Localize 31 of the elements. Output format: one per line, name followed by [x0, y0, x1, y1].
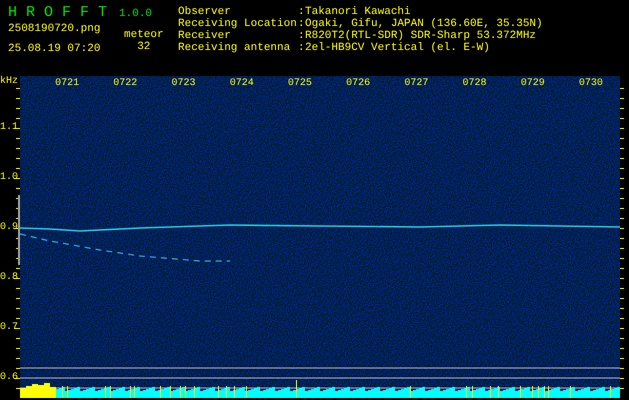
axis-unit: kHz: [0, 76, 20, 88]
time-label: 0727: [403, 77, 430, 91]
time-label: 0721: [54, 77, 80, 91]
file-name: 2508190720.png: [8, 23, 102, 35]
app-title: H R O F F T: [8, 4, 108, 21]
station-value: R820T2(RTL-SDR) SDR-Sharp 53.372MHz: [305, 30, 536, 42]
station-value: Takanori Kawachi: [305, 6, 411, 18]
meteor-count: 32: [137, 41, 150, 53]
time-label: 0723: [170, 77, 197, 91]
time-label: 0725: [286, 77, 313, 91]
app-version: 1.0.0: [119, 8, 152, 20]
time-label: 0730: [578, 77, 604, 91]
time-label: 0724: [228, 77, 255, 91]
time-label: 0728: [462, 77, 488, 91]
meteor-label: meteor: [124, 29, 164, 41]
colon-separator: :: [298, 42, 305, 54]
station-value: 2el-HB9CV Vertical (el. E-W): [305, 42, 490, 54]
date-time: 25.08.19 07:20: [8, 43, 102, 55]
station-label: Receiving Location: [178, 18, 298, 30]
range-marker: [18, 195, 20, 265]
station-label: Receiver: [178, 30, 232, 42]
time-label: 0729: [520, 77, 546, 91]
colon-separator: :: [298, 6, 305, 18]
station-label: Observer: [178, 6, 232, 18]
station-value: Ogaki, Gifu, JAPAN (136.60E, 35.35N): [305, 18, 543, 30]
station-label: Receiving antenna: [178, 42, 292, 54]
colon-separator: :: [298, 18, 305, 30]
frequency-label: 0.7: [0, 321, 20, 335]
time-label: 0722: [112, 77, 138, 91]
time-label: 0726: [345, 77, 372, 91]
colon-separator: :: [298, 30, 305, 42]
